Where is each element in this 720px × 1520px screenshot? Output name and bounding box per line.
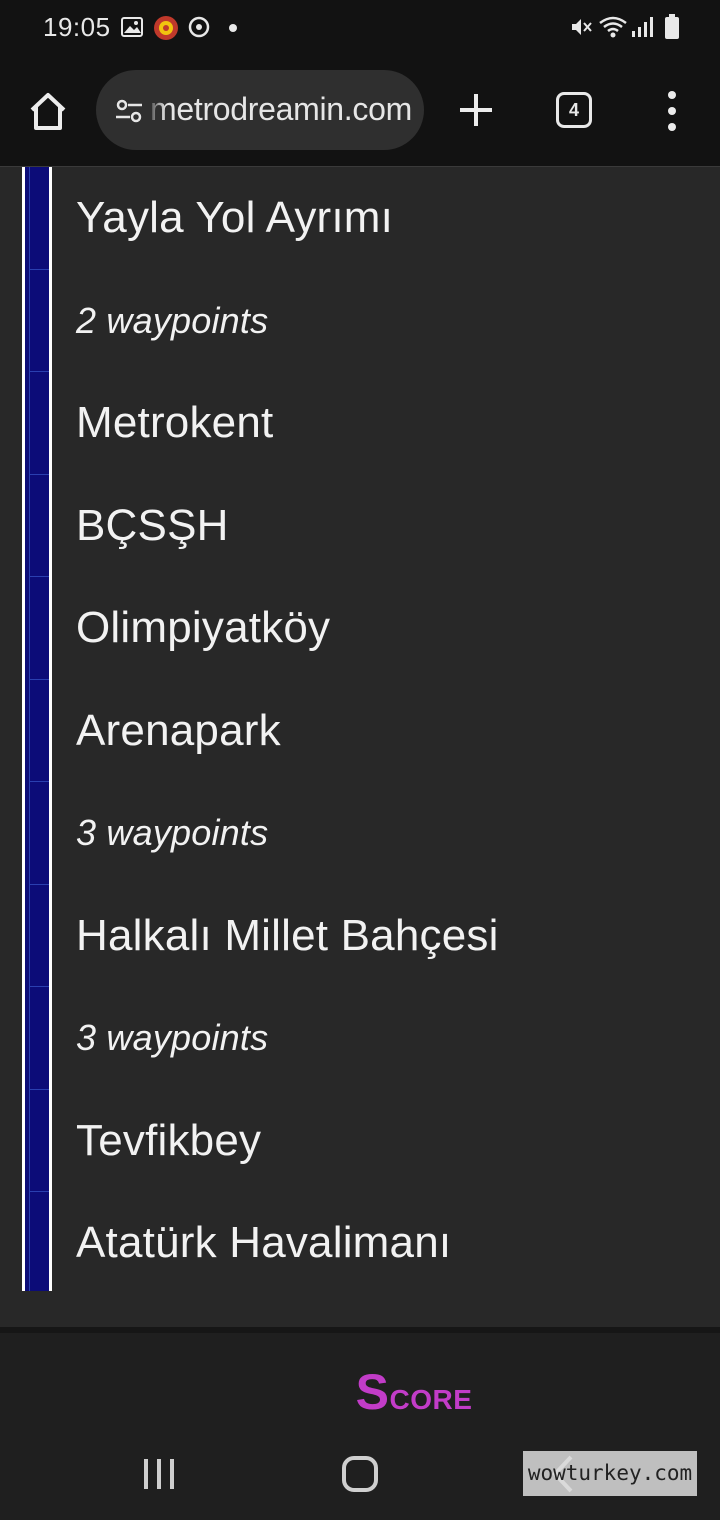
station-item[interactable]: Halkalı Millet Bahçesi xyxy=(76,885,696,988)
route-tick xyxy=(30,884,49,885)
station-item[interactable]: Yayla Yol Ayrımı xyxy=(76,167,696,270)
station-item[interactable]: Olimpiyatköy xyxy=(76,577,696,680)
stop-list: Yayla Yol Ayrımı 2 waypoints Metrokent B… xyxy=(76,167,696,1295)
station-item[interactable]: BÇSŞH xyxy=(76,475,696,578)
route-line xyxy=(22,167,52,1291)
score-label-rest: core xyxy=(389,1374,473,1418)
mute-icon xyxy=(569,15,593,44)
station-item[interactable]: Atatürk Havalimanı xyxy=(76,1192,696,1295)
station-item[interactable]: Metrokent xyxy=(76,372,696,475)
system-nav-bar: wowturkey.com xyxy=(0,1437,720,1520)
notification-dot-icon xyxy=(229,24,237,32)
route-tick xyxy=(30,986,49,987)
battery-icon xyxy=(664,14,680,45)
site-settings-icon[interactable] xyxy=(114,96,144,126)
route-stop-panel: Yayla Yol Ayrımı 2 waypoints Metrokent B… xyxy=(0,167,720,1327)
url-text[interactable]: metrodreamin.com xyxy=(150,91,412,128)
browser-toolbar: metrodreamin.com 4 xyxy=(0,56,720,167)
waypoint-item[interactable]: 3 waypoints xyxy=(76,987,696,1090)
score-label[interactable]: Score xyxy=(0,1363,720,1421)
route-tick xyxy=(30,1191,49,1192)
app-notification-icon xyxy=(152,14,180,47)
route-tick xyxy=(30,679,49,680)
tab-switcher-button[interactable]: 4 xyxy=(556,92,592,128)
home-button[interactable] xyxy=(22,86,74,138)
route-tick xyxy=(30,269,49,270)
sync-icon xyxy=(187,15,211,44)
waypoint-item[interactable]: 3 waypoints xyxy=(76,782,696,885)
address-bar[interactable]: metrodreamin.com xyxy=(96,70,424,150)
route-line-rule xyxy=(29,167,30,1291)
gallery-icon xyxy=(121,17,143,42)
recents-icon[interactable] xyxy=(141,1457,177,1491)
route-tick xyxy=(30,371,49,372)
score-label-initial: S xyxy=(355,1364,390,1420)
status-time: 19:05 xyxy=(43,12,111,42)
route-tick xyxy=(30,576,49,577)
signal-icon xyxy=(631,15,653,44)
nav-home-icon[interactable] xyxy=(340,1454,380,1494)
url-fade xyxy=(146,70,166,150)
route-tick xyxy=(30,1089,49,1090)
score-bar[interactable]: Score xyxy=(0,1327,720,1437)
new-tab-button[interactable] xyxy=(452,86,500,134)
more-menu-icon[interactable] xyxy=(660,86,684,136)
route-tick xyxy=(30,474,49,475)
station-item[interactable]: Arenapark xyxy=(76,680,696,783)
station-item[interactable]: Tevfikbey xyxy=(76,1090,696,1193)
wifi-icon xyxy=(598,15,628,44)
waypoint-item[interactable]: 2 waypoints xyxy=(76,270,696,373)
route-tick xyxy=(30,781,49,782)
watermark: wowturkey.com xyxy=(523,1451,697,1496)
status-bar: 19:05 xyxy=(0,0,720,56)
